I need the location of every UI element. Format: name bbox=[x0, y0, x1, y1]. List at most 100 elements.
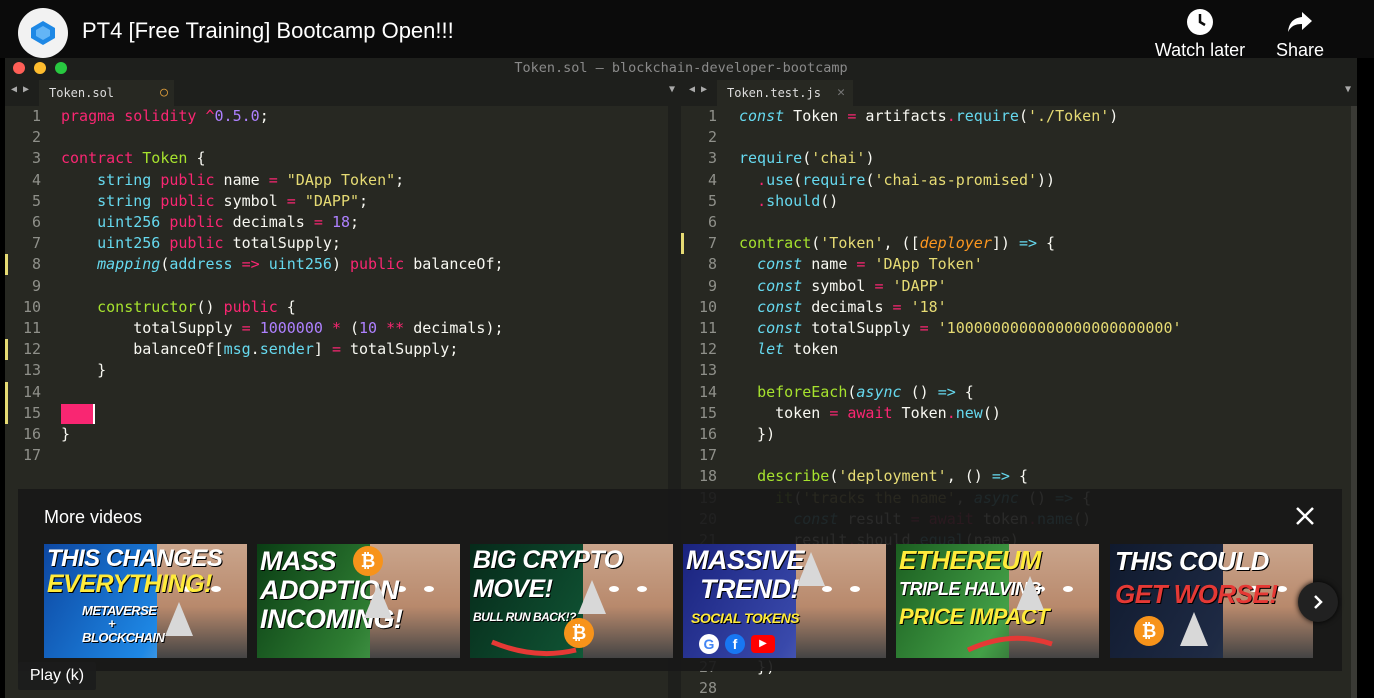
code-text: contract Token { bbox=[61, 149, 206, 168]
code-line[interactable]: 1 const Token = artifacts.require('./Toke… bbox=[681, 106, 1351, 127]
next-videos-button[interactable] bbox=[1298, 582, 1338, 622]
ethereum-icon bbox=[797, 552, 825, 586]
code-line[interactable]: 1 pragma solidity ^0.5.0; bbox=[5, 106, 668, 127]
thumbnail-text: SOCIAL TOKENS bbox=[691, 610, 800, 626]
code-text: describe('deployment', () => { bbox=[757, 467, 1028, 486]
code-text: uint256 public totalSupply; bbox=[97, 234, 341, 253]
zoom-window-button[interactable] bbox=[55, 62, 67, 74]
code-line[interactable]: 8 mapping(address => uint256) public bal… bbox=[5, 254, 668, 276]
play-tooltip: Play (k) bbox=[18, 662, 96, 690]
code-text: uint256 public decimals = 18; bbox=[97, 213, 360, 231]
watch-later-button[interactable]: Watch later bbox=[1154, 8, 1246, 61]
thumbnail-text: MASSIVE bbox=[686, 545, 805, 575]
line-number: 6 bbox=[707, 213, 717, 231]
code-line[interactable]: 2 bbox=[681, 127, 1351, 148]
code-line[interactable]: 10 const decimals = '18' bbox=[681, 297, 1351, 318]
code-line[interactable]: 3 contract Token { bbox=[5, 148, 668, 169]
youtube-icon: ▶ bbox=[751, 635, 775, 653]
code-line[interactable]: 2 bbox=[5, 127, 668, 148]
line-number: 13 bbox=[698, 361, 717, 380]
thumbnail-text: BULL RUN BACK!? bbox=[473, 610, 576, 624]
code-line[interactable]: 13 } bbox=[5, 360, 668, 381]
line-number: 15 bbox=[698, 403, 717, 422]
code-line[interactable]: 8 const name = 'DApp Token' bbox=[681, 254, 1351, 275]
close-window-button[interactable] bbox=[13, 62, 25, 74]
code-line[interactable]: 10 constructor() public { bbox=[5, 297, 668, 318]
code-line[interactable]: 15 token = await Token.new() bbox=[681, 403, 1351, 424]
code-line[interactable]: 6 bbox=[681, 212, 1351, 233]
editor-titlebar: Token.sol — blockchain-developer-bootcam… bbox=[5, 58, 1357, 78]
code-line[interactable]: 16 }) bbox=[681, 424, 1351, 445]
tab-nav-arrows-left[interactable]: ◀ ▶ bbox=[11, 84, 29, 95]
code-text: pragma solidity ^0.5.0; bbox=[61, 107, 269, 125]
code-line[interactable]: 7 uint256 public totalSupply; bbox=[5, 233, 668, 254]
code-line[interactable]: 4 string public name = "DApp Token"; bbox=[5, 170, 668, 191]
unsaved-dot-icon[interactable]: ○ bbox=[160, 80, 168, 106]
code-line[interactable]: 18 describe('deployment', () => { bbox=[681, 466, 1351, 487]
code-text: .use(require('chai-as-promised')) bbox=[757, 170, 1056, 189]
tab-token-test-js[interactable]: Token.test.js ✕ bbox=[717, 80, 853, 106]
thumbnail-text: EVERYTHING! bbox=[47, 570, 212, 598]
close-tab-icon[interactable]: ✕ bbox=[837, 80, 845, 106]
line-number: 1 bbox=[707, 107, 717, 125]
thumbnail-text: BLOCKCHAIN bbox=[82, 630, 165, 645]
code-line[interactable]: 13 bbox=[681, 360, 1351, 381]
video-thumbnail[interactable]: BIG CRYPTO MOVE! BULL RUN BACK!? ₿ bbox=[470, 544, 673, 658]
ethereum-icon bbox=[165, 602, 193, 636]
code-text: constructor() public { bbox=[97, 297, 296, 316]
channel-avatar[interactable] bbox=[18, 8, 68, 58]
code-line[interactable]: 11 const totalSupply = '1000000000000000… bbox=[681, 318, 1351, 339]
code-line[interactable]: 11 totalSupply = 1000000 * (10 ** decima… bbox=[5, 318, 668, 339]
close-icon[interactable] bbox=[1294, 505, 1316, 527]
line-number: 14 bbox=[698, 382, 717, 401]
video-thumbnail[interactable]: MASS ADOPTION INCOMING! ₿ bbox=[257, 544, 460, 658]
line-number: 12 bbox=[698, 340, 717, 359]
video-thumbnail[interactable]: THIS COULD GET WORSE! ₿ bbox=[1110, 544, 1313, 658]
tab-label: Token.test.js bbox=[727, 86, 821, 100]
video-thumbnail[interactable]: ETHEREUM TRIPLE HALVING PRICE IMPACT bbox=[896, 544, 1099, 658]
video-thumbnail[interactable]: THIS CHANGES EVERYTHING! METAVERSE + BLO… bbox=[44, 544, 247, 658]
right-pane-scrollbar[interactable] bbox=[1351, 106, 1357, 698]
left-pane-menu-icon[interactable]: ▼ bbox=[669, 84, 675, 95]
code-line[interactable]: 15 bbox=[5, 402, 668, 424]
code-line[interactable]: 17 bbox=[681, 445, 1351, 466]
line-number: 14 bbox=[22, 382, 41, 401]
code-line[interactable]: 6 uint256 public decimals = 18; bbox=[5, 212, 668, 233]
code-line[interactable]: 12 let token bbox=[681, 339, 1351, 360]
clock-icon bbox=[1187, 9, 1213, 35]
thumbnail-text: GET WORSE! bbox=[1115, 579, 1278, 609]
thumbnail-text: MOVE! bbox=[473, 575, 553, 603]
line-number: 11 bbox=[22, 319, 41, 337]
line-number: 12 bbox=[22, 340, 41, 359]
code-line[interactable]: 14 bbox=[5, 381, 668, 403]
text-cursor-selection bbox=[61, 403, 95, 424]
code-line[interactable]: 9 bbox=[5, 276, 668, 297]
code-line[interactable]: 9 const symbol = 'DAPP' bbox=[681, 276, 1351, 297]
video-thumbnail[interactable]: MASSIVE TREND! SOCIAL TOKENS G f ▶ bbox=[683, 544, 886, 658]
right-pane-menu-icon[interactable]: ▼ bbox=[1345, 84, 1351, 95]
code-text: const name = 'DApp Token' bbox=[757, 255, 983, 274]
code-line[interactable]: 5 .should() bbox=[681, 191, 1351, 212]
line-number: 28 bbox=[698, 679, 717, 698]
code-line[interactable]: 7 contract('Token', ([deployer]) => { bbox=[681, 233, 1351, 255]
tab-nav-arrows-right[interactable]: ◀ ▶ bbox=[689, 84, 707, 95]
code-line[interactable]: 17 bbox=[5, 445, 668, 466]
tab-token-sol[interactable]: Token.sol ○ bbox=[39, 80, 174, 106]
share-button[interactable]: Share bbox=[1272, 8, 1328, 61]
video-title[interactable]: PT4 [Free Training] Bootcamp Open!!! bbox=[82, 18, 454, 44]
code-line[interactable]: 14 beforeEach(async () => { bbox=[681, 382, 1351, 403]
code-line[interactable]: 28 bbox=[681, 678, 1351, 698]
code-line[interactable]: 16} bbox=[5, 424, 668, 445]
code-line[interactable]: 4 .use(require('chai-as-promised')) bbox=[681, 170, 1351, 191]
line-number: 5 bbox=[707, 191, 717, 210]
line-number: 9 bbox=[31, 276, 41, 295]
code-line[interactable]: 12 balanceOf[msg.sender] = totalSupply; bbox=[5, 339, 668, 361]
video-header: PT4 [Free Training] Bootcamp Open!!! Wat… bbox=[0, 0, 1374, 61]
code-line[interactable]: 5 string public symbol = "DAPP"; bbox=[5, 191, 668, 212]
minimize-window-button[interactable] bbox=[34, 62, 46, 74]
google-icon: G bbox=[699, 634, 719, 654]
git-change-marker bbox=[5, 381, 8, 403]
thumbnail-text: BIG CRYPTO bbox=[473, 546, 623, 574]
ethereum-icon bbox=[578, 580, 606, 614]
code-line[interactable]: 3 require('chai') bbox=[681, 148, 1351, 169]
